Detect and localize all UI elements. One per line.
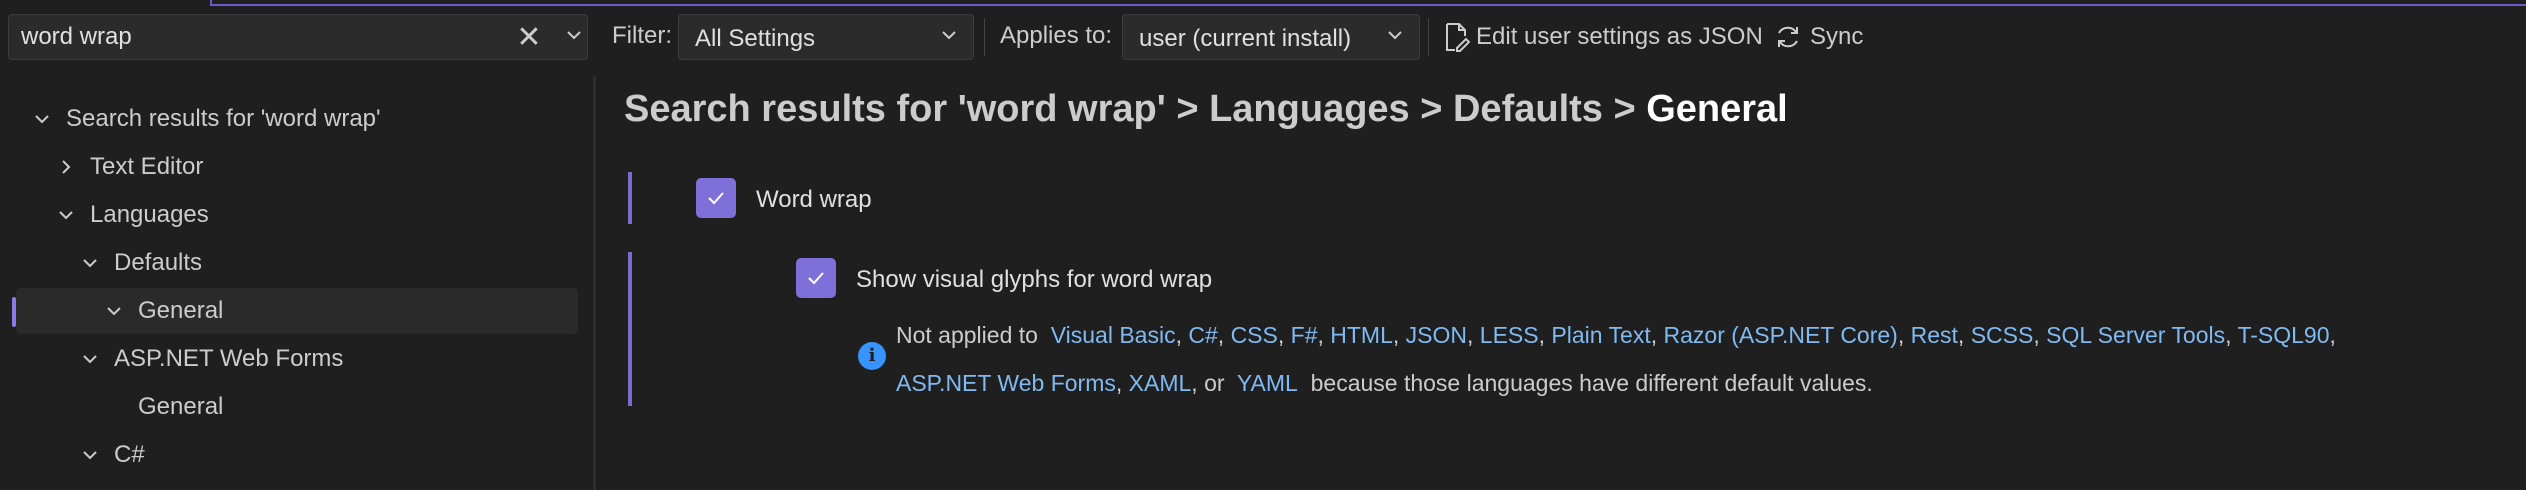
edit-file-icon	[1446, 23, 1470, 52]
chevron-down-icon	[78, 443, 102, 467]
tree-item-aspnet-web-forms[interactable]: ASP.NET Web Forms	[78, 336, 343, 382]
note-or: or	[1204, 370, 1225, 396]
tree-item-general[interactable]: General	[138, 384, 223, 430]
chevron-down-icon	[30, 107, 54, 131]
lang-link[interactable]: CSS	[1231, 322, 1278, 348]
language-note-line2: ASP.NET Web Forms, XAML, or YAML because…	[896, 370, 1873, 396]
word-wrap-label: Word wrap	[756, 186, 872, 213]
toolbar-divider	[984, 18, 985, 56]
tree-item-search-results[interactable]: Search results for 'word wrap'	[30, 96, 381, 142]
breadcrumb-path: Search results for 'word wrap' > Languag…	[624, 88, 1647, 130]
edit-json-button[interactable]: Edit user settings as JSON	[1444, 18, 1763, 56]
tree-item-defaults[interactable]: Defaults	[78, 240, 202, 286]
sync-icon	[1778, 26, 1798, 48]
chevron-down-icon	[102, 299, 126, 323]
applies-to-label: Applies to:	[1000, 22, 1113, 49]
chevron-down-icon	[939, 23, 959, 53]
lang-link[interactable]: Plain Text	[1551, 322, 1650, 348]
lang-link[interactable]: SQL Server Tools	[2046, 322, 2225, 348]
tree-item-label: Search results for 'word wrap'	[66, 105, 381, 132]
tree-item-label: ASP.NET Web Forms	[114, 345, 344, 372]
lang-link[interactable]: JSON	[1406, 322, 1467, 348]
tree-item-label: Text Editor	[90, 153, 204, 180]
filter-value: All Settings	[695, 25, 816, 52]
modified-indicator	[628, 172, 632, 224]
tree-item-languages[interactable]: Languages	[54, 192, 209, 238]
show-glyphs-checkbox[interactable]	[796, 258, 836, 298]
applies-to-value: user (current install)	[1139, 25, 1352, 52]
lang-link[interactable]: C#	[1188, 322, 1217, 348]
clear-search-icon[interactable]: ✕	[514, 23, 544, 53]
breadcrumb-current: General	[1646, 88, 1788, 130]
top-accent-border	[210, 0, 2526, 6]
search-box[interactable]: ✕	[8, 14, 588, 60]
tree-item-general-selected[interactable]: General	[16, 288, 578, 334]
checkmark-icon	[708, 192, 724, 205]
tree-item-csharp[interactable]: C#	[78, 432, 145, 478]
chevron-right-icon	[54, 155, 78, 179]
lang-link[interactable]: SCSS	[1971, 322, 2034, 348]
selection-indicator	[12, 297, 16, 327]
chevron-down-icon	[78, 251, 102, 275]
modified-indicator	[628, 252, 632, 406]
lang-link[interactable]: YAML	[1237, 370, 1298, 396]
sync-label: Sync	[1810, 23, 1864, 50]
lang-link[interactable]: F#	[1291, 322, 1318, 348]
chevron-down-icon	[54, 203, 78, 227]
language-note-line1: Not applied to Visual Basic, C#, CSS, F#…	[896, 322, 2336, 348]
tree-item-label: General	[138, 297, 224, 324]
toolbar-divider	[1428, 18, 1429, 56]
word-wrap-checkbox[interactable]	[696, 178, 736, 218]
tree-item-text-editor[interactable]: Text Editor	[54, 144, 203, 190]
breadcrumb: Search results for 'word wrap' > Languag…	[624, 88, 1788, 131]
note-prefix: Not applied to	[896, 322, 1038, 348]
pane-splitter[interactable]	[593, 76, 596, 490]
filter-dropdown[interactable]: All Settings	[678, 14, 974, 60]
lang-link[interactable]: T-SQL90	[2237, 322, 2329, 348]
search-input[interactable]	[19, 22, 493, 52]
lang-link[interactable]: Rest	[1911, 322, 1958, 348]
show-glyphs-label: Show visual glyphs for word wrap	[856, 266, 1213, 293]
lang-link[interactable]: Visual Basic	[1051, 322, 1176, 348]
info-icon: i	[858, 342, 886, 370]
lang-link[interactable]: HTML	[1330, 322, 1393, 348]
chevron-down-icon[interactable]	[559, 23, 589, 53]
edit-json-label: Edit user settings as JSON	[1476, 23, 1763, 50]
tree-item-label: Defaults	[114, 249, 203, 276]
settings-toolbar: ✕ Filter: All Settings Applies to: user …	[0, 10, 2526, 66]
applies-to-dropdown[interactable]: user (current install)	[1122, 14, 1420, 60]
tree-item-label: Languages	[90, 201, 209, 228]
lang-link[interactable]: XAML	[1129, 370, 1192, 396]
tree-item-label: General	[138, 393, 224, 420]
sync-button[interactable]: Sync	[1774, 18, 1863, 56]
chevron-down-icon	[1385, 23, 1405, 53]
checkmark-icon	[808, 272, 824, 285]
lang-link[interactable]: LESS	[1480, 322, 1539, 348]
lang-link[interactable]: ASP.NET Web Forms	[896, 370, 1116, 396]
chevron-down-icon	[78, 347, 102, 371]
filter-label: Filter:	[612, 22, 672, 49]
note-suffix: because those languages have different d…	[1310, 370, 1873, 396]
lang-link[interactable]: Razor (ASP.NET Core)	[1664, 322, 1898, 348]
tree-item-label: C#	[114, 441, 145, 468]
